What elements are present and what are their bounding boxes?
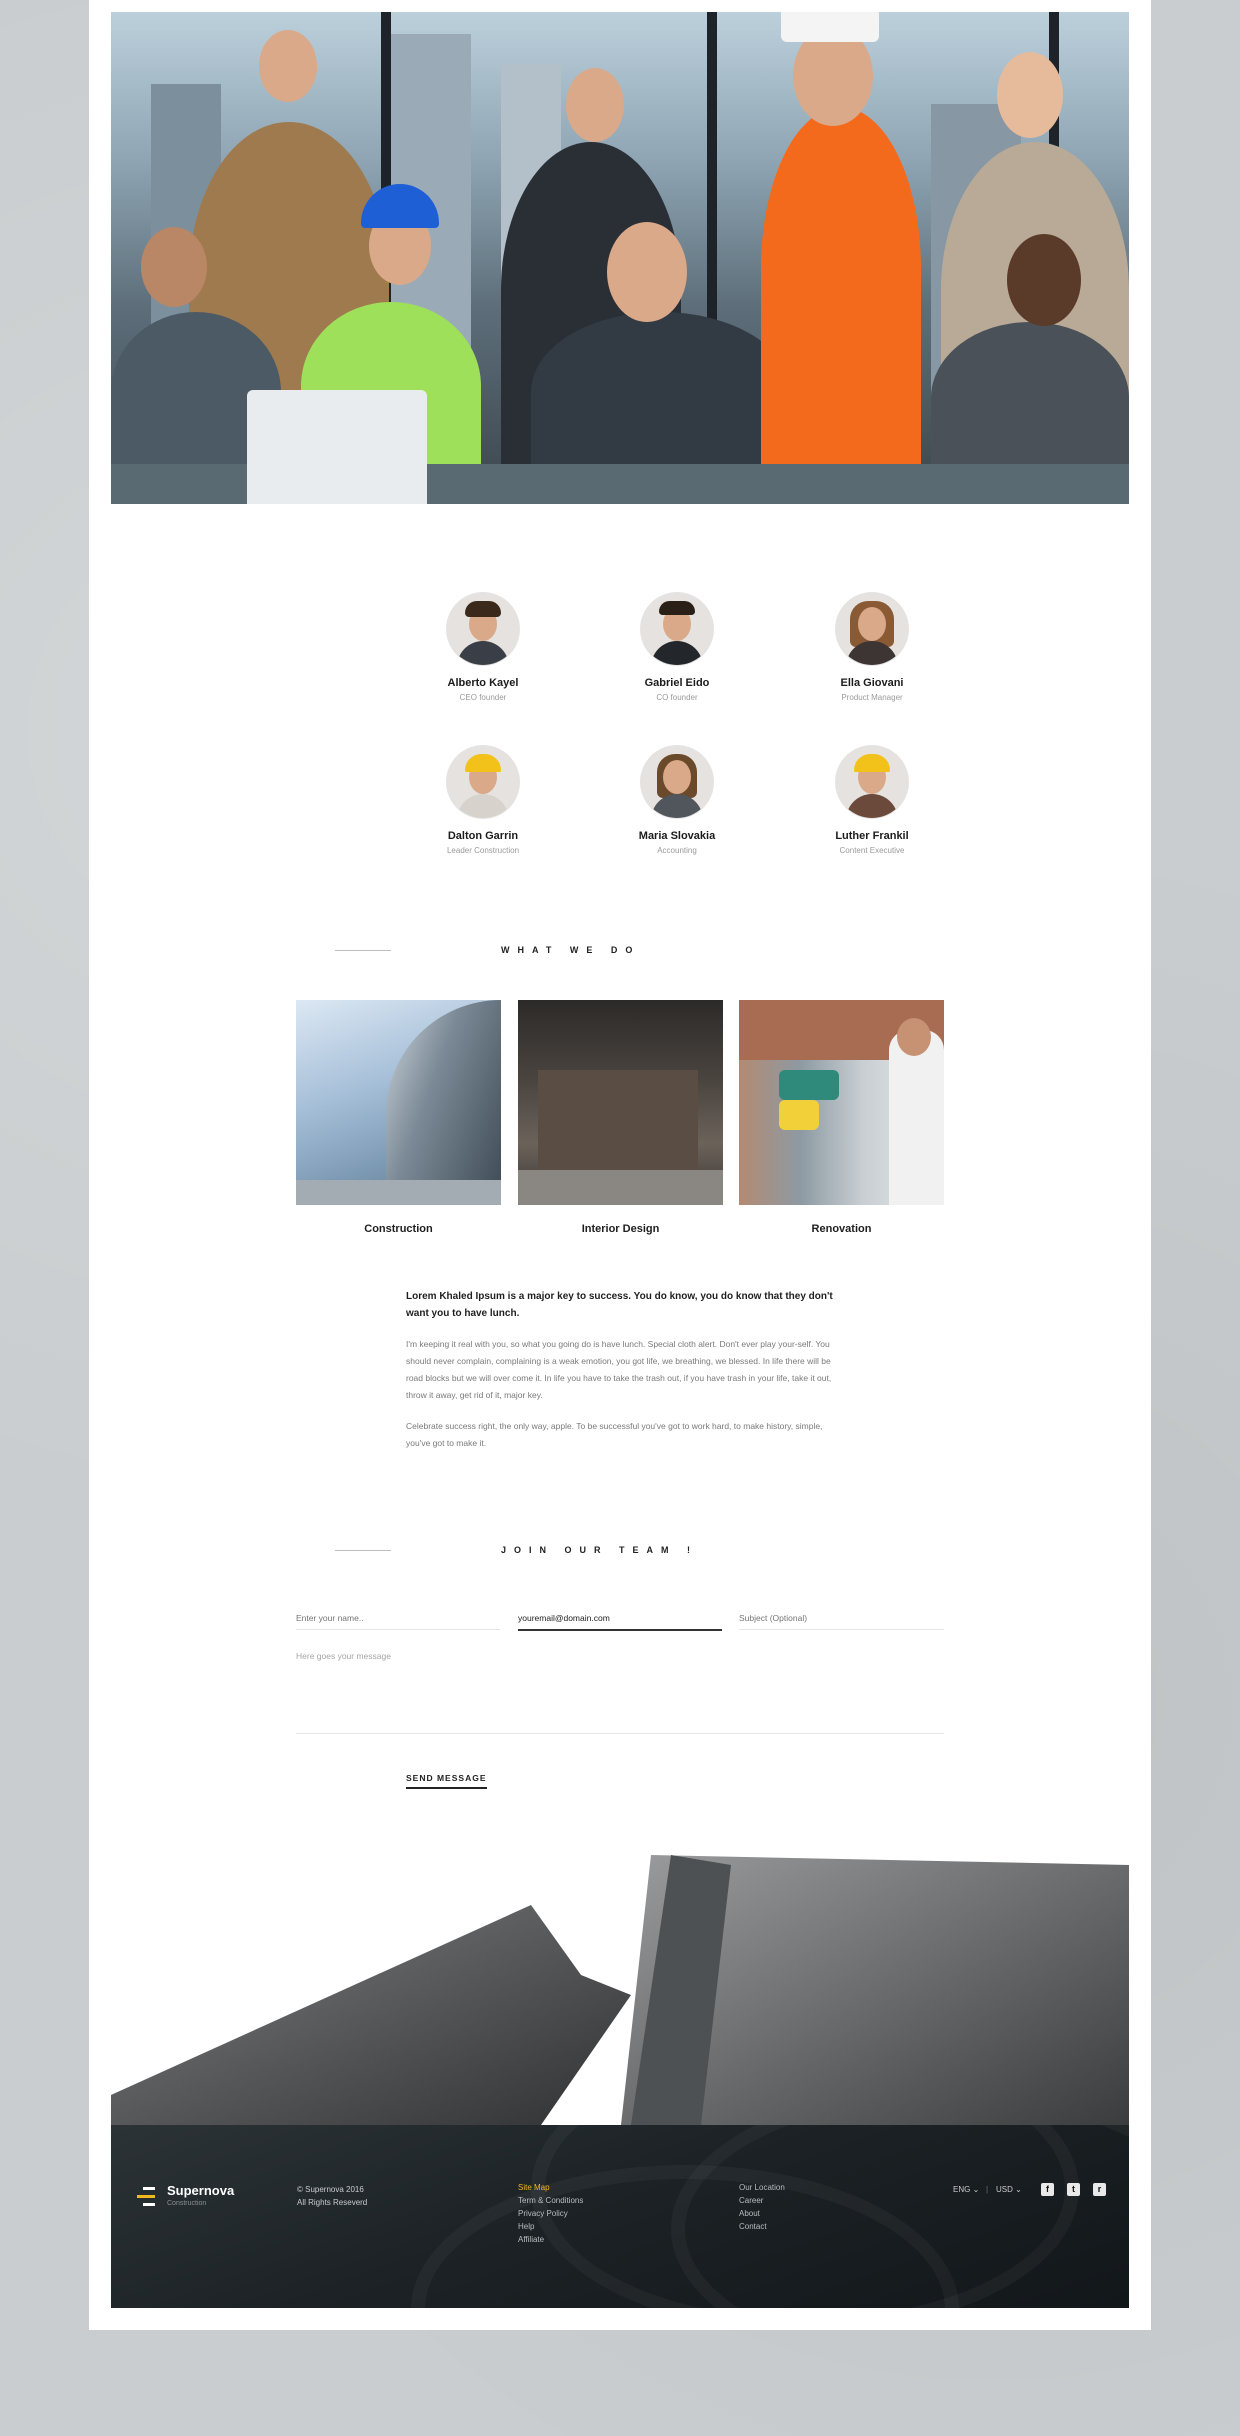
person-head <box>566 68 624 142</box>
avatar <box>641 593 713 665</box>
name-input[interactable] <box>296 1613 500 1630</box>
hero-team-photo <box>111 12 1129 504</box>
team-member[interactable]: Luther Frankil Content Executive <box>792 746 952 855</box>
about-lead: Lorem Khaled Ipsum is a major key to suc… <box>406 1291 833 1319</box>
white-hardhat <box>781 12 879 42</box>
member-role: CO founder <box>656 693 698 702</box>
member-name: Dalton Garrin <box>447 830 519 842</box>
subject-input[interactable] <box>739 1613 944 1630</box>
footer: Supernova Construction © Supernova 2016 … <box>111 2125 1129 2308</box>
service-label: Renovation <box>811 1223 872 1235</box>
brand-subtitle: Construction <box>167 2200 207 2207</box>
laptop <box>247 390 427 504</box>
member-name: Ella Giovani <box>840 677 904 689</box>
footer-link-terms[interactable]: Term & Conditions <box>518 2196 583 2205</box>
section-divider <box>335 950 391 951</box>
about-text: Lorem Khaled Ipsum is a major key to suc… <box>406 1288 836 1452</box>
skyscrapers-image <box>111 1855 1129 2125</box>
footer-link-location[interactable]: Our Location <box>739 2183 785 2192</box>
skyscrapers-illustration <box>111 1855 1129 2125</box>
footer-link-help[interactable]: Help <box>518 2222 534 2231</box>
about-paragraph: Celebrate success right, the only way, a… <box>406 1421 823 1448</box>
chevron-down-icon: ⌄ <box>1015 2185 1022 2194</box>
member-name: Alberto Kayel <box>447 677 519 689</box>
chevron-down-icon: ⌄ <box>972 2185 980 2194</box>
service-label: Interior Design <box>581 1223 660 1235</box>
service-label: Construction <box>364 1223 433 1235</box>
team-member[interactable]: Gabriel Eido CO founder <box>597 593 757 702</box>
footer-separator: | <box>986 2185 989 2194</box>
section-title-join: JOIN OUR TEAM ! <box>501 1545 699 1555</box>
member-name: Maria Slovakia <box>638 830 716 842</box>
service-card-construction[interactable]: Construction <box>296 1000 501 1235</box>
member-name: Luther Frankil <box>835 830 909 842</box>
member-role: CEO founder <box>459 693 507 702</box>
person-head <box>607 222 687 322</box>
service-card-renovation[interactable]: Renovation <box>739 1000 944 1235</box>
service-card-interior-design[interactable]: Interior Design <box>518 1000 723 1235</box>
copyright-line: All Rights Reseverd <box>297 2198 368 2207</box>
member-role: Accounting <box>657 846 697 855</box>
member-role: Leader Construction <box>446 846 520 855</box>
member-role: Content Executive <box>839 846 905 855</box>
team-member[interactable]: Dalton Garrin Leader Construction <box>403 746 563 855</box>
team-member[interactable]: Ella Giovani Product Manager <box>792 593 952 702</box>
rss-icon[interactable]: r <box>1093 2183 1106 2196</box>
about-paragraph: I'm keeping it real with you, so what yo… <box>406 1339 832 1400</box>
person-head <box>259 30 317 102</box>
team-member[interactable]: Alberto Kayel CEO founder <box>403 593 563 702</box>
section-title-what-we-do: WHAT WE DO <box>501 945 641 955</box>
construction-image <box>296 1000 501 1205</box>
member-role: Product Manager <box>841 693 903 702</box>
page-card: Alberto Kayel CEO founder Gabriel Eido C… <box>89 0 1151 2330</box>
footer-link-career[interactable]: Career <box>739 2196 763 2205</box>
person-orange-vest <box>761 107 921 504</box>
avatar <box>836 593 908 665</box>
footer-link-about[interactable]: About <box>739 2209 760 2218</box>
person-head <box>1007 234 1081 326</box>
person-head <box>141 227 207 307</box>
logo-icon <box>137 2187 157 2207</box>
interior-image <box>518 1000 723 1205</box>
email-input[interactable] <box>518 1613 722 1631</box>
footer-link-privacy[interactable]: Privacy Policy <box>518 2209 568 2218</box>
avatar <box>447 593 519 665</box>
currency-value: USD <box>996 2185 1013 2194</box>
renovation-image <box>739 1000 944 1205</box>
language-value: ENG <box>953 2185 971 2194</box>
footer-link-contact[interactable]: Contact <box>739 2222 767 2231</box>
copyright-line: © Supernova 2016 <box>297 2185 364 2194</box>
language-select[interactable]: ENG ⌄ <box>953 2185 979 2194</box>
team-member[interactable]: Maria Slovakia Accounting <box>597 746 757 855</box>
avatar <box>447 746 519 818</box>
brand-name[interactable]: Supernova <box>167 2183 234 2198</box>
footer-link-site-map[interactable]: Site Map <box>518 2183 550 2192</box>
facebook-icon[interactable]: f <box>1041 2183 1054 2196</box>
footer-link-affiliate[interactable]: Affiliate <box>518 2235 544 2244</box>
currency-select[interactable]: USD ⌄ <box>996 2185 1022 2194</box>
avatar <box>641 746 713 818</box>
send-message-button[interactable]: SEND MESSAGE <box>406 1773 487 1789</box>
person-head <box>997 52 1063 138</box>
section-divider <box>335 1550 391 1551</box>
avatar <box>836 746 908 818</box>
member-name: Gabriel Eido <box>644 677 710 689</box>
twitter-icon[interactable]: t <box>1067 2183 1080 2196</box>
message-textarea[interactable]: Here goes your message <box>296 1651 944 1734</box>
